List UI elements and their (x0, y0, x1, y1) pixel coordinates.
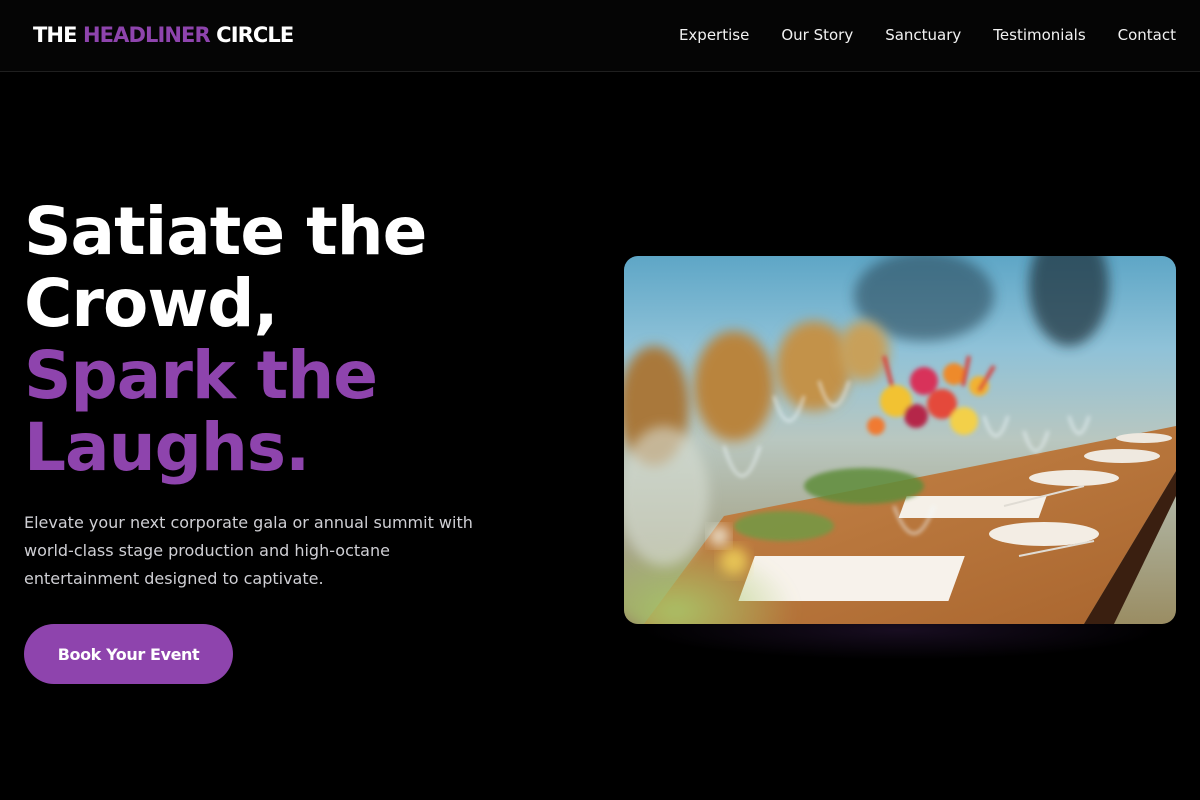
headline-accent-line-2: Laughs. (24, 409, 310, 486)
hero-headline: Satiate the Crowd, Spark the Laughs. (24, 196, 584, 484)
nav-link-our-story[interactable]: Our Story (781, 26, 853, 44)
nav-link-testimonials[interactable]: Testimonials (993, 26, 1085, 44)
nav-link-expertise[interactable]: Expertise (679, 26, 749, 44)
nav-link-sanctuary[interactable]: Sanctuary (885, 26, 961, 44)
brand-logo[interactable]: THE HEADLINER CIRCLE (33, 23, 294, 47)
subtext-line-2: world-class stage production and high-oc… (24, 541, 390, 560)
nav-link-contact[interactable]: Contact (1118, 26, 1176, 44)
headline-line-2: Crowd, (24, 265, 279, 342)
headline-accent-line-1: Spark the (24, 337, 378, 414)
subtext-line-1: Elevate your next corporate gala or annu… (24, 513, 473, 532)
brand-logo-part-3: CIRCLE (209, 23, 294, 47)
brand-logo-part-1: THE (33, 23, 83, 47)
headline-line-1: Satiate the (24, 193, 427, 270)
hero-subtext: Elevate your next corporate gala or annu… (24, 509, 524, 593)
site-header: THE HEADLINER CIRCLE Expertise Our Story… (0, 0, 1200, 72)
hero-image (624, 256, 1176, 624)
book-event-button[interactable]: Book Your Event (24, 624, 233, 684)
banquet-table-photo (624, 256, 1176, 624)
subtext-line-3: entertainment designed to captivate. (24, 569, 324, 588)
brand-logo-part-2: HEADLINER (82, 23, 211, 47)
main-nav: Expertise Our Story Sanctuary Testimonia… (679, 26, 1176, 44)
